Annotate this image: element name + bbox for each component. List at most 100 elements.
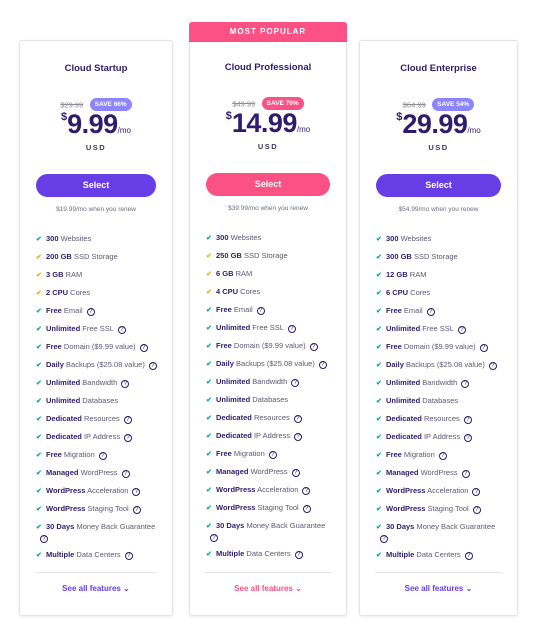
info-icon[interactable]: ? bbox=[117, 326, 126, 334]
most-popular-banner: MOST POPULAR bbox=[189, 22, 347, 42]
check-icon: ✔ bbox=[376, 344, 382, 351]
check-icon: ✔ bbox=[206, 415, 212, 422]
feature-item: ✔ Dedicated IP Address? bbox=[376, 432, 507, 443]
feature-item: ✔ Free Email? bbox=[206, 305, 336, 316]
currency-label: USD bbox=[428, 143, 449, 152]
check-icon: ✔ bbox=[376, 434, 382, 441]
plan-name: Cloud Startup bbox=[64, 63, 128, 74]
info-icon[interactable]: ? bbox=[472, 488, 481, 496]
info-icon[interactable]: ? bbox=[293, 415, 302, 423]
feature-item: ✔ WordPress Acceleration? bbox=[206, 485, 336, 496]
feature-list: ✔ 300 Websites ✔ 250 GB SSD Storage ✔ 6 GB … bbox=[206, 233, 336, 567]
feature-item: ✔ Daily Backups ($25.08 value)? bbox=[376, 360, 507, 371]
currency-label: USD bbox=[85, 143, 107, 152]
info-icon[interactable]: ? bbox=[132, 506, 141, 514]
check-icon: ✔ bbox=[376, 506, 382, 513]
check-icon: ✔ bbox=[36, 344, 42, 351]
info-icon[interactable]: ? bbox=[294, 551, 303, 559]
see-all-features-link[interactable]: See all features ⌄ bbox=[20, 584, 172, 593]
info-icon[interactable]: ? bbox=[139, 344, 148, 352]
info-icon[interactable]: ? bbox=[426, 308, 435, 316]
info-icon[interactable]: ? bbox=[461, 470, 470, 478]
feature-item: ✔ Free Domain ($9.99 value)? bbox=[376, 342, 507, 353]
check-icon: ✔ bbox=[36, 290, 42, 297]
info-icon[interactable]: ? bbox=[488, 362, 497, 370]
info-icon[interactable]: ? bbox=[256, 307, 265, 315]
feature-item: ✔ Unlimited Bandwidth? bbox=[36, 378, 162, 389]
check-icon: ✔ bbox=[376, 272, 382, 279]
check-icon: ✔ bbox=[36, 254, 42, 261]
info-icon[interactable]: ? bbox=[98, 452, 107, 460]
feature-item: ✔ WordPress Staging Tool? bbox=[36, 504, 162, 515]
check-icon: ✔ bbox=[376, 452, 382, 459]
check-icon: ✔ bbox=[206, 325, 212, 332]
check-icon: ✔ bbox=[206, 451, 212, 458]
info-icon[interactable]: ? bbox=[472, 506, 481, 514]
feature-item: ✔ Managed WordPress? bbox=[36, 468, 162, 479]
check-icon: ✔ bbox=[376, 470, 382, 477]
select-button[interactable]: Select bbox=[206, 173, 330, 196]
info-icon[interactable]: ? bbox=[380, 535, 388, 543]
info-icon[interactable]: ? bbox=[148, 362, 157, 370]
plan-card-cloud-professional: Cloud Professional $49.99 SAVE 70% $14.9… bbox=[189, 42, 347, 616]
info-icon[interactable]: ? bbox=[457, 326, 466, 334]
info-icon[interactable]: ? bbox=[302, 505, 311, 513]
info-icon[interactable]: ? bbox=[121, 380, 130, 388]
info-icon[interactable]: ? bbox=[464, 552, 473, 560]
feature-item: ✔ WordPress Staging Tool? bbox=[206, 503, 336, 514]
check-icon: ✔ bbox=[206, 469, 212, 476]
feature-item: ✔ Unlimited Free SSL? bbox=[36, 324, 162, 335]
feature-item: ✔ Dedicated IP Address? bbox=[206, 431, 336, 442]
select-button[interactable]: Select bbox=[36, 174, 156, 197]
info-icon[interactable]: ? bbox=[463, 416, 472, 424]
see-all-features-link[interactable]: See all features ⌄ bbox=[360, 584, 517, 593]
info-icon[interactable]: ? bbox=[40, 535, 48, 543]
info-icon[interactable]: ? bbox=[438, 452, 447, 460]
chevron-down-icon: ⌄ bbox=[123, 584, 130, 593]
original-price: $64.99 bbox=[402, 100, 426, 110]
info-icon[interactable]: ? bbox=[291, 469, 300, 477]
info-icon[interactable]: ? bbox=[302, 487, 311, 495]
check-icon: ✔ bbox=[376, 308, 382, 315]
feature-item: ✔ 30 Days Money Back Guarantee? bbox=[376, 522, 496, 543]
renew-price: $19.99/mo when you renew bbox=[56, 206, 136, 213]
info-icon[interactable]: ? bbox=[461, 380, 470, 388]
check-icon: ✔ bbox=[36, 308, 42, 315]
plan-name: Cloud Professional bbox=[224, 62, 312, 73]
check-icon: ✔ bbox=[206, 289, 212, 296]
info-icon[interactable]: ? bbox=[268, 451, 277, 459]
info-icon[interactable]: ? bbox=[464, 434, 473, 442]
see-all-features-link[interactable]: See all features ⌄ bbox=[190, 584, 346, 593]
info-icon[interactable]: ? bbox=[123, 416, 132, 424]
info-icon[interactable]: ? bbox=[294, 433, 303, 441]
check-icon: ✔ bbox=[36, 452, 42, 459]
chevron-down-icon: ⌄ bbox=[465, 584, 473, 593]
feature-item: ✔ 300 Websites bbox=[206, 233, 262, 242]
info-icon[interactable]: ? bbox=[132, 488, 141, 496]
info-icon[interactable]: ? bbox=[287, 325, 296, 333]
divider bbox=[205, 572, 331, 573]
info-icon[interactable]: ? bbox=[124, 434, 133, 442]
feature-item: ✔ Free Email? bbox=[36, 306, 162, 317]
feature-item: ✔ Unlimited Bandwidth? bbox=[376, 378, 507, 389]
info-icon[interactable]: ? bbox=[86, 308, 95, 316]
info-icon[interactable]: ? bbox=[121, 470, 130, 478]
feature-item: ✔ Unlimited Databases bbox=[376, 396, 459, 405]
info-icon[interactable]: ? bbox=[318, 361, 327, 369]
feature-item: ✔ Multiple Data Centers? bbox=[376, 550, 507, 561]
info-icon[interactable]: ? bbox=[479, 344, 488, 352]
feature-item: ✔ WordPress Staging Tool? bbox=[376, 504, 507, 515]
info-icon[interactable]: ? bbox=[309, 343, 318, 351]
check-icon: ✔ bbox=[36, 380, 42, 387]
feature-item: ✔ Daily Backups ($25.08 value)? bbox=[206, 359, 336, 370]
info-icon[interactable]: ? bbox=[291, 379, 300, 387]
feature-item: ✔ Free Domain ($9.99 value)? bbox=[206, 341, 336, 352]
feature-item: ✔ Managed WordPress? bbox=[376, 468, 507, 479]
feature-item: ✔ Unlimited Databases bbox=[36, 396, 119, 405]
check-icon: ✔ bbox=[206, 379, 212, 386]
feature-item: ✔ Unlimited Databases bbox=[206, 395, 289, 404]
feature-list: ✔ 300 Websites ✔ 200 GB SSD Storage ✔ 3 GB … bbox=[36, 234, 162, 568]
select-button[interactable]: Select bbox=[376, 174, 501, 197]
info-icon[interactable]: ? bbox=[210, 534, 218, 542]
info-icon[interactable]: ? bbox=[124, 552, 133, 560]
